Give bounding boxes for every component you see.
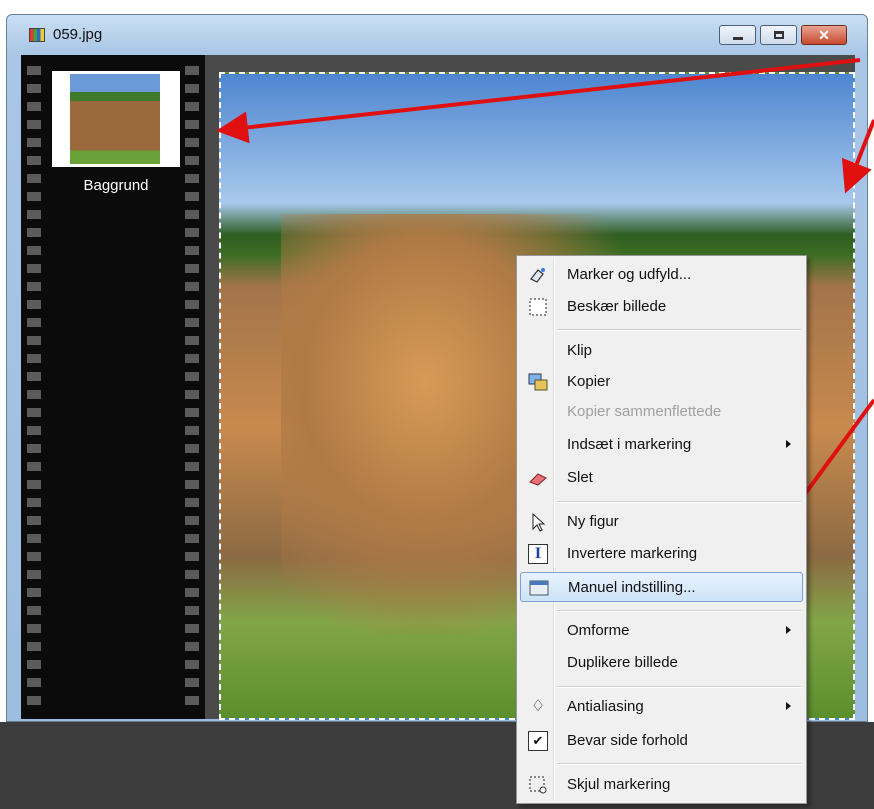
menu-item-beskaer-billede[interactable]: Beskær billede bbox=[520, 292, 803, 322]
menu-item-kopier-sammenflettede[interactable]: Kopier sammenflettede bbox=[520, 397, 803, 427]
menu-item-indsaet-i-markering[interactable]: Indsæt i markering bbox=[520, 430, 803, 460]
copy-icon bbox=[528, 372, 548, 392]
menu-item-kopier[interactable]: Kopier bbox=[520, 367, 803, 397]
menu-item-bevar-side-forhold[interactable]: ✔ Bevar side forhold bbox=[520, 726, 803, 756]
arrow-to-filmstrip bbox=[216, 58, 861, 144]
menu-item-antialiasing[interactable]: ♢ Antialiasing bbox=[520, 692, 803, 722]
menu-item-omforme[interactable]: Omforme bbox=[520, 616, 803, 646]
menu-item-invertere-markering[interactable]: I Invertere markering bbox=[520, 539, 803, 569]
menu-separator bbox=[557, 610, 801, 612]
menu-item-manuel-indstilling[interactable]: Manuel indstilling... bbox=[520, 572, 803, 602]
menu-separator bbox=[557, 501, 801, 503]
drop-icon: ♢ bbox=[530, 698, 546, 715]
menu-item-ny-figur[interactable]: Ny figur bbox=[520, 507, 803, 537]
menu-separator bbox=[557, 329, 801, 331]
menu-item-duplikere-billede[interactable]: Duplikere billede bbox=[520, 648, 803, 678]
settings-window-icon bbox=[529, 578, 549, 598]
context-menu: Marker og udfyld... Beskær billede Klip … bbox=[516, 255, 807, 804]
pointer-icon bbox=[528, 512, 548, 532]
invert-icon: I bbox=[528, 544, 548, 564]
menu-item-klip[interactable]: Klip bbox=[520, 336, 803, 366]
submenu-arrow-icon bbox=[786, 702, 791, 710]
submenu-arrow-icon bbox=[786, 440, 791, 448]
crop-icon bbox=[528, 297, 548, 317]
submenu-arrow-icon bbox=[786, 626, 791, 634]
menu-item-marker-og-udfyld[interactable]: Marker og udfyld... bbox=[520, 260, 803, 290]
eraser-icon bbox=[528, 468, 548, 488]
menu-separator bbox=[557, 686, 801, 688]
checkmark-icon: ✔ bbox=[528, 731, 548, 751]
magic-wand-icon bbox=[528, 265, 548, 285]
menu-item-skjul-markering[interactable]: Skjul markering bbox=[520, 770, 803, 800]
menu-item-slet[interactable]: Slet bbox=[520, 463, 803, 493]
arrow-to-selection-edge bbox=[841, 119, 874, 194]
hide-selection-icon bbox=[528, 775, 548, 795]
menu-separator bbox=[557, 763, 801, 765]
